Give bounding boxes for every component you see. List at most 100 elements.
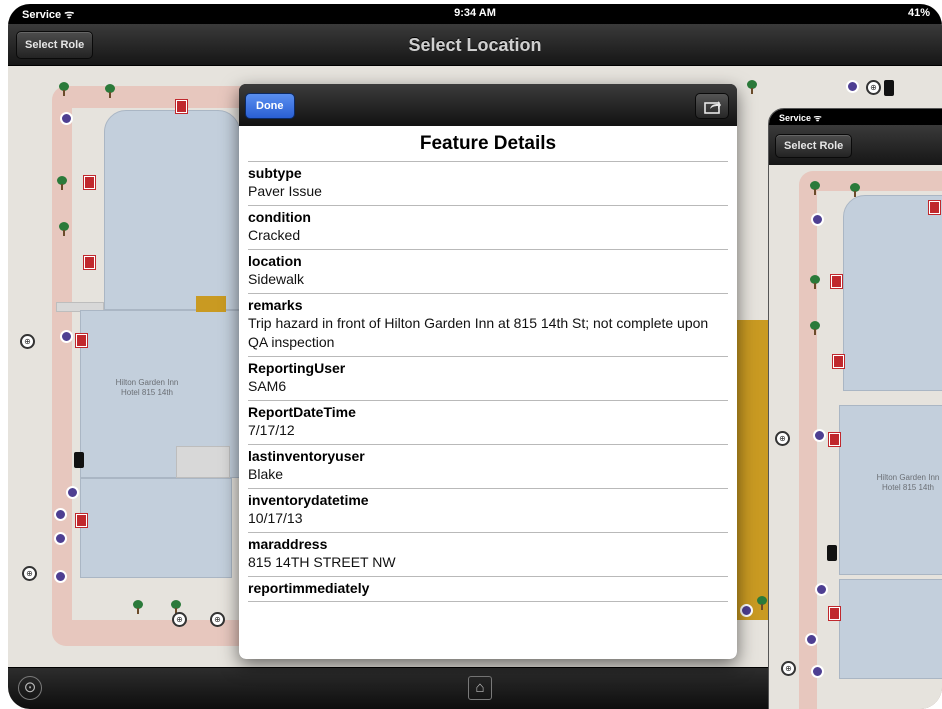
hazard-icon[interactable] [928, 200, 941, 215]
status-bar: Service ᯤ 9:34 AM 41% [8, 4, 942, 24]
attribute-value: 815 14TH STREET NW [248, 554, 396, 570]
parking-meter-icon[interactable]: ⊕ [781, 661, 796, 676]
meter-icon[interactable] [54, 532, 67, 545]
hazard-icon[interactable] [83, 175, 96, 190]
attribute-value: Paver Issue [248, 183, 322, 199]
meter-icon[interactable] [805, 633, 818, 646]
trash-can-icon[interactable] [74, 452, 84, 468]
battery-level: 41% [907, 7, 930, 19]
inset-hotel-map-label: Hilton Garden Inn Hotel 815 14th [876, 473, 940, 492]
clock: 9:34 AM [454, 7, 496, 19]
nav-bar: Select Role Select Location [8, 24, 942, 66]
attribute-value: 10/17/13 [248, 510, 303, 526]
attribute-key: maraddress [248, 536, 328, 552]
attribute-row: location Sidewalk [248, 250, 728, 294]
tree-icon [56, 176, 67, 190]
hazard-icon[interactable] [175, 99, 188, 114]
meter-icon[interactable] [54, 570, 67, 583]
hazard-icon[interactable] [828, 606, 841, 621]
hazard-icon[interactable] [832, 354, 845, 369]
attribute-key: subtype [248, 165, 302, 181]
parking-meter-icon[interactable]: ⊕ [172, 612, 187, 627]
attribute-key: inventorydatetime [248, 492, 369, 508]
parking-meter-icon[interactable]: ⊕ [22, 566, 37, 581]
feature-attribute-list: subtype Paver Issue condition Cracked locati… [239, 162, 737, 602]
hotel-map-label: Hilton Garden Inn Hotel 815 14th [115, 378, 179, 397]
attribute-row: reportimmediately [248, 577, 728, 602]
tree-icon [809, 181, 820, 195]
meter-icon[interactable] [60, 330, 73, 343]
meter-icon[interactable] [811, 665, 824, 678]
building [80, 478, 232, 578]
attribute-row: maraddress 815 14TH STREET NW [248, 533, 728, 577]
attribute-key: lastinventoryuser [248, 448, 365, 464]
inset-status-bar: Service ᯤ [769, 109, 942, 125]
popover-toolbar: Done [239, 84, 737, 126]
parking-meter-icon[interactable]: ⊕ [210, 612, 225, 627]
trash-can-icon[interactable] [827, 545, 837, 561]
hazard-icon[interactable] [83, 255, 96, 270]
meter-icon[interactable] [846, 80, 859, 93]
building [104, 110, 240, 310]
tree-icon [58, 82, 69, 96]
attribute-value: SAM6 [248, 378, 287, 394]
share-button[interactable] [695, 93, 729, 119]
attribute-row: inventorydatetime 10/17/13 [248, 489, 728, 533]
meter-icon[interactable] [60, 112, 73, 125]
tree-icon [756, 596, 767, 610]
attribute-value: Cracked [248, 227, 301, 243]
hazard-icon[interactable] [75, 513, 88, 528]
attribute-value: Trip hazard in front of Hilton Garden In… [248, 315, 709, 350]
attribute-key: remarks [248, 297, 303, 313]
popover-content: Feature Details subtype Paver Issue condit… [239, 126, 737, 659]
home-icon[interactable]: ⌂ [468, 676, 492, 700]
page-title: Select Location [408, 35, 542, 55]
done-button[interactable]: Done [245, 93, 295, 119]
attribute-key: condition [248, 209, 311, 225]
tree-icon [746, 80, 757, 94]
meter-icon[interactable] [740, 604, 753, 617]
tree-icon [104, 84, 115, 98]
attribute-key: ReportingUser [248, 360, 346, 376]
hazard-icon[interactable] [830, 274, 843, 289]
inset-select-role-button[interactable]: Select Role [775, 134, 853, 158]
tree-icon [849, 183, 860, 197]
building [839, 579, 942, 679]
meter-icon[interactable] [811, 213, 824, 226]
share-icon [704, 101, 721, 114]
tree-icon [58, 222, 69, 236]
trash-can-icon[interactable] [884, 80, 894, 96]
attribute-key: reportimmediately [248, 580, 370, 596]
parking-meter-icon[interactable]: ⊕ [20, 334, 35, 349]
attribute-row: condition Cracked [248, 206, 728, 250]
attribute-value: Sidewalk [248, 271, 305, 287]
attribute-value: 7/17/12 [248, 422, 295, 438]
attribute-row: remarks Trip hazard in front of Hilton Ga… [248, 294, 728, 357]
attribute-key: ReportDateTime [248, 404, 356, 420]
locate-icon[interactable]: ⊙ [18, 676, 42, 700]
popover-title: Feature Details [248, 126, 728, 162]
attribute-value: Blake [248, 466, 284, 482]
parking-meter-icon[interactable]: ⊕ [775, 431, 790, 446]
hazard-icon[interactable] [828, 432, 841, 447]
meter-icon[interactable] [815, 583, 828, 596]
inset-screenshot: Service ᯤ Select Role Hilton Garden Inn … [768, 108, 942, 709]
parking-lot [176, 446, 230, 478]
meter-icon[interactable] [813, 429, 826, 442]
attribute-key: location [248, 253, 302, 269]
feature-details-popover: Done Feature Details subtype Paver Issue c… [239, 84, 737, 659]
attribute-row: ReportingUser SAM6 [248, 357, 728, 401]
building [843, 195, 942, 391]
tree-icon [132, 600, 143, 614]
hazard-icon[interactable] [75, 333, 88, 348]
construction-area [196, 296, 226, 312]
parking-meter-icon[interactable]: ⊕ [866, 80, 881, 95]
ipad-screen: Service ᯤ 9:34 AM 41% Select Role Select… [8, 4, 942, 709]
attribute-row: subtype Paver Issue [248, 162, 728, 206]
inset-nav-bar: Select Role [769, 125, 942, 165]
tree-icon [809, 275, 820, 289]
meter-icon[interactable] [54, 508, 67, 521]
attribute-row: lastinventoryuser Blake [248, 445, 728, 489]
attribute-row: ReportDateTime 7/17/12 [248, 401, 728, 445]
meter-icon[interactable] [66, 486, 79, 499]
